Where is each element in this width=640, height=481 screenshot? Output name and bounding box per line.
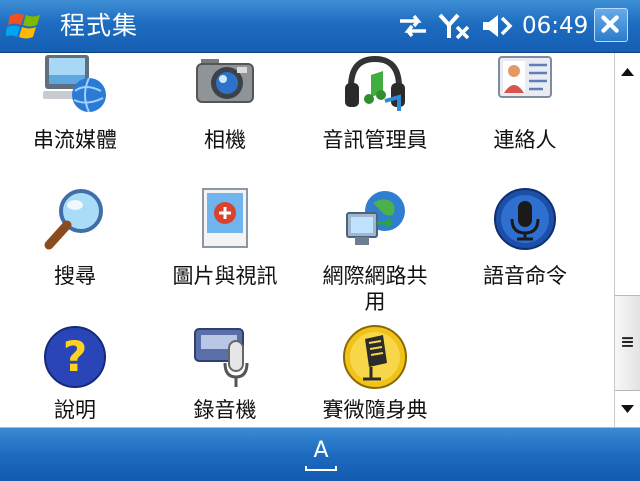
app-label: 語音命令 [483,264,567,288]
close-button[interactable] [594,8,628,42]
app-label: 賽微隨身典 [322,398,428,422]
clock[interactable]: 06:49 [522,12,588,40]
program-list: 串流媒體 相機 音訊管理員 連絡人 搜尋 圖片與視訊 網際網路共 用 語音命令 … [0,53,614,427]
app-label: 錄音機 [193,398,257,422]
app-label-line: 網際網路共 [322,264,428,288]
streaming-media-icon [43,55,106,113]
search-icon [44,189,103,250]
scroll-down-button[interactable] [615,391,640,429]
start-menu-windows-icon[interactable] [6,8,46,44]
keyboard-input-icon [305,466,337,471]
grip-icon [622,337,633,347]
app-label: 串流媒體 [33,128,117,152]
signal-no-service-icon[interactable] [437,12,471,40]
connectivity-arrows-icon[interactable] [398,12,428,40]
app-label: 相機 [204,128,246,152]
vertical-scrollbar[interactable] [614,53,640,429]
contacts-icon [498,56,552,98]
audio-manager-icon [345,55,405,111]
svg-text:?: ? [63,332,87,381]
app-label: 搜尋 [54,264,96,288]
soft-key-bar: A [0,427,640,481]
dictionary-icon [343,325,407,389]
internet-sharing-icon [346,191,405,245]
app-label: 連絡人 [493,128,557,152]
pictures-videos-icon [202,188,248,248]
input-panel-button[interactable]: A [300,436,342,474]
window-title: 程式集 [60,11,139,40]
camera-icon [196,59,254,103]
arrow-up-icon [621,68,634,76]
app-label: 說明 [54,398,96,422]
voice-recorder-icon [194,328,249,387]
scrollbar-track[interactable] [615,91,640,295]
scroll-up-button[interactable] [615,53,640,91]
arrow-down-icon [621,405,634,413]
title-bar: 程式集 06:49 [0,0,640,53]
app-label: 音訊管理員 [322,128,428,152]
volume-muted-icon[interactable] [480,12,514,40]
scrollbar-thumb[interactable] [615,295,640,391]
help-icon: ? [44,326,106,388]
voice-command-icon [494,188,556,250]
app-label: 網際網路共用 [296,263,454,315]
app-label: 圖片與視訊 [172,264,278,288]
close-icon [601,15,619,33]
app-label-line: 用 [364,290,386,314]
